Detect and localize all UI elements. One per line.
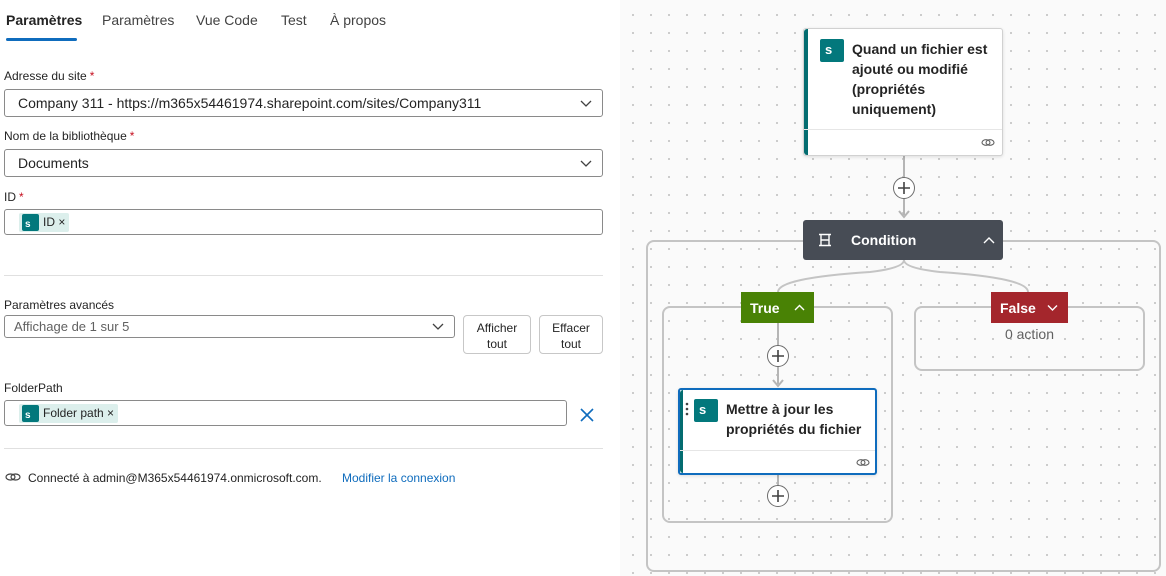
condition-header[interactable]: Condition [803, 220, 1003, 260]
folder-path-field[interactable]: s Folder path × [4, 400, 567, 426]
chevron-down-icon [432, 323, 444, 330]
trigger-title-line3: (propriétés [852, 81, 926, 97]
plus-icon [898, 182, 910, 194]
false-branch-label: False [1000, 300, 1036, 316]
active-tab-indicator [6, 38, 77, 41]
link-icon [5, 473, 21, 481]
action-title-line2: propriétés du fichier [726, 421, 862, 437]
chevron-up-icon[interactable] [983, 236, 995, 244]
id-token-label: ID [43, 215, 55, 229]
trigger-accent-bar [804, 29, 808, 155]
close-icon[interactable] [579, 407, 595, 423]
required-marker: * [19, 190, 24, 204]
plus-icon [772, 490, 784, 502]
trigger-card[interactable]: s Quand un fichier est ajouté ou modifié… [803, 28, 1003, 156]
close-icon[interactable]: × [107, 406, 114, 420]
false-branch-header[interactable]: False [991, 292, 1068, 323]
link-icon [981, 139, 995, 146]
parameters-panel: Paramètres Paramètres Vue Code Test À pr… [0, 0, 620, 576]
add-step-button[interactable] [767, 485, 789, 507]
tab-bar: Paramètres Paramètres Vue Code Test À pr… [0, 0, 620, 42]
clear-all-label-line1: Effacer [552, 321, 590, 335]
section-divider [4, 275, 603, 276]
show-all-label-line1: Afficher [476, 321, 518, 335]
section-divider [4, 448, 603, 449]
tab-code-view[interactable]: Vue Code [196, 12, 258, 28]
clear-all-label-line2: tout [560, 337, 581, 351]
chevron-down-icon [1047, 305, 1058, 311]
id-field[interactable]: s ID × [4, 209, 603, 235]
site-address-label-text: Adresse du site [4, 69, 87, 83]
library-name-label: Nom de la bibliothèque * [4, 129, 134, 143]
close-icon[interactable]: × [58, 215, 65, 229]
id-label: ID * [4, 190, 24, 204]
advanced-parameters-dropdown[interactable]: Affichage de 1 sur 5 [4, 315, 455, 338]
chevron-down-icon [580, 100, 592, 107]
condition-icon [819, 233, 831, 247]
tab-parameters-active[interactable]: Paramètres [6, 12, 82, 28]
trigger-title-line2: ajouté ou modifié [852, 61, 968, 77]
show-all-button[interactable]: Afficher tout [463, 315, 531, 354]
advanced-parameters-value: Affichage de 1 sur 5 [14, 319, 130, 334]
clear-all-button[interactable]: Effacer tout [539, 315, 603, 354]
tab-about[interactable]: À propos [330, 12, 386, 28]
card-divider [680, 450, 875, 451]
sharepoint-icon: s [22, 214, 39, 231]
card-divider [804, 129, 1002, 130]
id-token[interactable]: s ID × [19, 213, 70, 232]
flow-canvas[interactable]: s Quand un fichier est ajouté ou modifié… [620, 0, 1166, 576]
advanced-parameters-label: Paramètres avancés [4, 298, 115, 312]
folder-path-label: FolderPath [4, 381, 63, 395]
folder-path-token[interactable]: s Folder path × [19, 404, 119, 423]
true-branch-label: True [750, 300, 780, 316]
change-connection-link[interactable]: Modifier la connexion [342, 471, 455, 485]
sharepoint-icon: s [820, 39, 844, 62]
site-address-label: Adresse du site * [4, 69, 94, 83]
library-name-label-text: Nom de la bibliothèque [4, 129, 127, 143]
add-step-button[interactable] [893, 177, 915, 199]
connection-status: Connecté à admin@M365x54461974.onmicroso… [28, 471, 322, 485]
sharepoint-icon: s [694, 399, 718, 422]
condition-title: Condition [851, 232, 917, 248]
tab-test[interactable]: Test [281, 12, 307, 28]
true-branch-header[interactable]: True [741, 292, 814, 323]
site-address-value: Company 311 - https://m365x54461974.shar… [18, 95, 482, 111]
action-accent-bar [680, 390, 683, 473]
sharepoint-icon: s [22, 405, 39, 422]
false-branch-empty-text: 0 action [1004, 326, 1055, 342]
trigger-title-line1: Quand un fichier est [852, 41, 988, 57]
folder-path-token-label: Folder path [43, 406, 104, 420]
trigger-title: Quand un fichier est ajouté ou modifié (… [852, 39, 1002, 119]
library-name-dropdown[interactable]: Documents [4, 149, 603, 177]
chevron-up-icon [794, 304, 805, 311]
plus-icon [772, 350, 784, 362]
link-icon [856, 459, 870, 466]
show-all-label-line2: tout [486, 337, 507, 351]
required-marker: * [129, 129, 135, 143]
action-title-line1: Mettre à jour les [726, 401, 834, 417]
id-label-text: ID [4, 190, 16, 204]
library-name-value: Documents [18, 155, 89, 171]
required-marker: * [89, 69, 95, 83]
tab-parameters[interactable]: Paramètres [102, 12, 174, 28]
drag-handle-icon[interactable] [685, 402, 689, 416]
trigger-title-line4: uniquement) [852, 101, 936, 117]
action-title: Mettre à jour les propriétés du fichier [726, 399, 876, 439]
chevron-down-icon [580, 160, 592, 167]
update-properties-card[interactable]: s Mettre à jour les propriétés du fichie… [678, 388, 877, 475]
add-step-button[interactable] [767, 345, 789, 367]
site-address-dropdown[interactable]: Company 311 - https://m365x54461974.shar… [4, 89, 603, 117]
